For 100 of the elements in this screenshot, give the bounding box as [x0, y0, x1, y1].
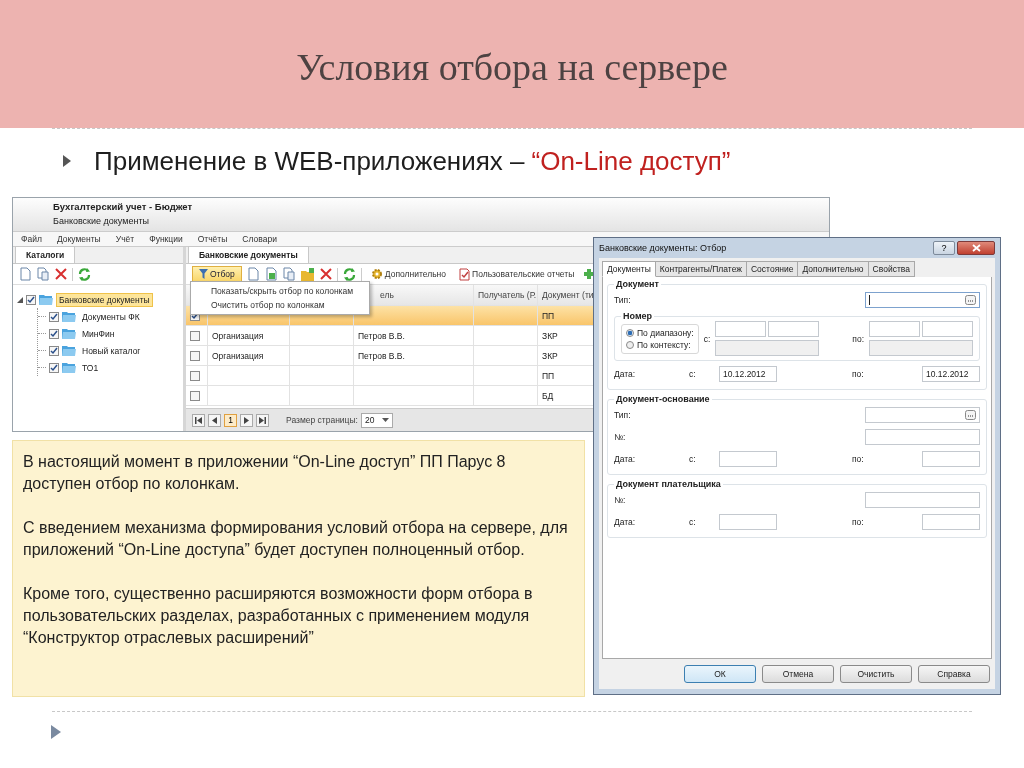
- field-label: по:: [852, 333, 864, 344]
- previous-page-icon: [212, 416, 217, 424]
- type-field[interactable]: [865, 407, 980, 423]
- group-title: Документ плательщика: [615, 479, 722, 489]
- date-field[interactable]: 10.12.2012: [719, 366, 777, 382]
- field-label: с:: [689, 517, 697, 527]
- last-page-icon: [259, 416, 266, 424]
- extra-button[interactable]: Дополнительно: [366, 268, 450, 280]
- tab[interactable]: Дополнительно: [798, 261, 869, 277]
- dialog-button[interactable]: ОК: [684, 665, 756, 683]
- copy-document-icon[interactable]: [282, 267, 296, 281]
- field-label: Тип:: [614, 410, 632, 420]
- checkbox[interactable]: [190, 350, 200, 361]
- checkbox[interactable]: [49, 328, 59, 339]
- bullet-icon: [50, 724, 62, 740]
- date-field[interactable]: [719, 514, 777, 530]
- text-field[interactable]: [768, 321, 820, 337]
- radio-button[interactable]: [626, 328, 634, 337]
- app-subtitle: Банковские документы: [53, 216, 151, 226]
- column-header[interactable]: Получатель (Р.: [478, 290, 537, 300]
- checkbox[interactable]: [26, 294, 36, 305]
- tree-item[interactable]: Новый каталог: [79, 343, 144, 358]
- text-field[interactable]: [865, 492, 980, 508]
- delete-icon[interactable]: [55, 268, 67, 280]
- new-document-icon[interactable]: [19, 267, 32, 281]
- browse-icon[interactable]: [965, 295, 976, 305]
- report-icon: [459, 267, 470, 281]
- type-field[interactable]: [865, 292, 980, 308]
- tab[interactable]: Состояние: [747, 261, 799, 277]
- add-document-icon[interactable]: [264, 267, 278, 281]
- column-header[interactable]: Документ (ти: [542, 290, 594, 300]
- date-field[interactable]: [719, 451, 777, 467]
- tree-item[interactable]: МинФин: [79, 326, 118, 341]
- folder-icon[interactable]: [300, 267, 315, 281]
- field-label: Тип:: [614, 295, 632, 305]
- dialog-button[interactable]: Очистить: [840, 665, 912, 683]
- menu-item[interactable]: Функции: [149, 234, 183, 244]
- menu-item[interactable]: Документы: [56, 234, 101, 244]
- table-cell: Организация: [212, 350, 264, 361]
- note-paragraph: С введением механизма формирования условий отбора на сервере, для приложений “On-Line доступа” будет доступен полноценный отбор.: [23, 518, 569, 560]
- menu-item[interactable]: Файл: [21, 234, 42, 244]
- folder-icon: [62, 345, 76, 356]
- tree-item[interactable]: Банковские документы: [56, 292, 153, 307]
- note-paragraph: Кроме того, существенно расширяются возможности форм отбора в пользовательских разделах, разработанных с применением модуля “Конструктор отраслевых расширений”: [23, 584, 534, 648]
- folder-icon: [62, 311, 76, 322]
- filter-icon: [199, 269, 208, 279]
- menu-item[interactable]: Отчёты: [197, 234, 228, 244]
- browse-icon[interactable]: [965, 410, 976, 420]
- field-label: с:: [703, 333, 711, 344]
- tree-item[interactable]: Документы ФК: [79, 309, 143, 324]
- checkbox[interactable]: [190, 370, 200, 381]
- reports-button[interactable]: Пользовательские отчеты: [455, 267, 579, 281]
- date-field[interactable]: [922, 514, 980, 530]
- field-label: с:: [689, 454, 697, 464]
- menu-item[interactable]: Учёт: [115, 234, 135, 244]
- first-page-icon: [195, 416, 202, 424]
- menu-item[interactable]: Показать/скрыть отбор по колонкам: [191, 284, 370, 298]
- refresh-icon[interactable]: [78, 267, 91, 281]
- tab[interactable]: Банковские документы: [188, 246, 309, 263]
- date-field[interactable]: 10.12.2012: [922, 366, 980, 382]
- first-page-button[interactable]: [192, 413, 205, 427]
- tab[interactable]: Документы: [602, 261, 656, 277]
- radio-button[interactable]: [626, 340, 634, 349]
- text-field[interactable]: [865, 429, 980, 445]
- help-button[interactable]: ?: [933, 241, 955, 255]
- last-page-button[interactable]: [256, 413, 269, 427]
- menu-item[interactable]: Словари: [242, 234, 277, 244]
- text-field[interactable]: [922, 321, 973, 337]
- gear-icon: [370, 268, 383, 280]
- copy-document-icon[interactable]: [37, 267, 50, 281]
- checkbox[interactable]: [190, 390, 200, 401]
- checkbox[interactable]: [190, 330, 200, 341]
- dialog-button[interactable]: Справка: [918, 665, 990, 683]
- table-cell: ПП: [542, 310, 555, 321]
- refresh-icon[interactable]: [342, 267, 356, 281]
- tab[interactable]: Контрагенты/Платеж: [655, 261, 747, 277]
- dialog-button[interactable]: Отмена: [762, 665, 834, 683]
- delete-icon[interactable]: [319, 268, 332, 280]
- dialog-title: Банковские документы: Отбор: [599, 243, 727, 253]
- date-field[interactable]: [922, 451, 980, 467]
- page-button[interactable]: 1: [224, 413, 237, 427]
- tree-item[interactable]: ТО1: [79, 360, 102, 375]
- tab[interactable]: Свойства: [868, 261, 915, 277]
- app-title: Бухгалтерский учет - Бюджет: [53, 201, 194, 212]
- table-cell: ЗКР: [542, 350, 558, 361]
- next-page-button[interactable]: [240, 413, 253, 427]
- folder-icon: [62, 328, 76, 339]
- table-cell: Организация: [212, 330, 264, 341]
- field-label: по:: [852, 369, 865, 379]
- filter-button[interactable]: Отбор: [192, 266, 242, 282]
- text-field[interactable]: [715, 321, 767, 337]
- checkbox[interactable]: [49, 311, 59, 322]
- checkbox[interactable]: [49, 345, 59, 356]
- text-field[interactable]: [869, 321, 920, 337]
- checkbox[interactable]: [49, 362, 59, 373]
- page-size-select[interactable]: 20: [360, 412, 394, 428]
- tab[interactable]: Каталоги: [15, 246, 76, 263]
- close-button[interactable]: [957, 241, 995, 255]
- expand-icon[interactable]: [17, 296, 23, 303]
- previous-page-button[interactable]: [208, 413, 221, 427]
